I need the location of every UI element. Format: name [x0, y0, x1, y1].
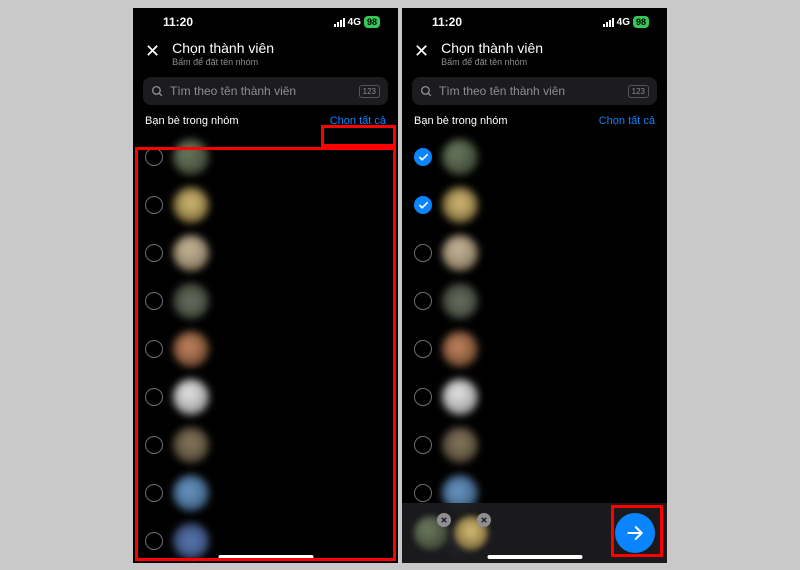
title-block: Chọn thành viên Bấm để đặt tên nhóm: [172, 40, 274, 67]
search-input[interactable]: Tìm theo tên thành viên 123: [143, 77, 388, 105]
member-row[interactable]: [402, 325, 667, 373]
status-time: 11:20: [163, 15, 193, 29]
member-row[interactable]: [133, 469, 398, 517]
remove-icon[interactable]: [437, 513, 451, 527]
member-checkbox[interactable]: [145, 340, 163, 358]
status-right: 4G 98: [603, 16, 649, 28]
keyboard-hint-icon: 123: [359, 85, 380, 98]
remove-icon[interactable]: [477, 513, 491, 527]
member-row[interactable]: [402, 181, 667, 229]
member-row[interactable]: [133, 133, 398, 181]
member-row[interactable]: [402, 277, 667, 325]
member-row[interactable]: [133, 325, 398, 373]
member-avatar: [442, 331, 478, 367]
member-checkbox[interactable]: [145, 292, 163, 310]
battery-badge: 98: [364, 16, 380, 28]
member-checkbox[interactable]: [414, 388, 432, 406]
phone-screen-left: 11:20 4G 98 ✕ Chọn thành viên Bấm để đặt…: [133, 8, 398, 563]
search-placeholder: Tìm theo tên thành viên: [170, 84, 353, 98]
arrow-right-icon: [625, 523, 645, 543]
status-bar: 11:20 4G 98: [402, 8, 667, 36]
member-avatar: [442, 235, 478, 271]
search-icon: [151, 85, 164, 98]
member-avatar: [173, 523, 209, 559]
select-all-button[interactable]: Chọn tất cả: [330, 115, 386, 127]
section-title: Bạn bè trong nhóm: [145, 115, 239, 127]
member-avatar: [173, 427, 209, 463]
status-time: 11:20: [432, 15, 462, 29]
keyboard-hint-icon: 123: [628, 85, 649, 98]
page-title: Chọn thành viên: [172, 40, 274, 56]
member-avatar: [173, 475, 209, 511]
network-label: 4G: [348, 17, 361, 28]
home-indicator[interactable]: [487, 555, 582, 559]
status-bar: 11:20 4G 98: [133, 8, 398, 36]
member-row[interactable]: [402, 373, 667, 421]
member-checkbox[interactable]: [414, 484, 432, 502]
member-row[interactable]: [133, 373, 398, 421]
member-avatar: [173, 235, 209, 271]
member-row[interactable]: [133, 181, 398, 229]
member-checkbox[interactable]: [145, 436, 163, 454]
section-header: Bạn bè trong nhóm Chọn tất cả: [133, 109, 398, 131]
member-checkbox[interactable]: [145, 196, 163, 214]
member-avatar: [173, 331, 209, 367]
search-input[interactable]: Tìm theo tên thành viên 123: [412, 77, 657, 105]
next-button[interactable]: [615, 513, 655, 553]
member-row[interactable]: [402, 133, 667, 181]
nav-header: ✕ Chọn thành viên Bấm để đặt tên nhóm: [402, 36, 667, 73]
battery-badge: 98: [633, 16, 649, 28]
member-list-left[interactable]: [133, 131, 398, 563]
member-list-right[interactable]: [402, 131, 667, 563]
member-row[interactable]: [133, 229, 398, 277]
member-avatar: [173, 139, 209, 175]
member-avatar: [173, 187, 209, 223]
section-header: Bạn bè trong nhóm Chọn tất cả: [402, 109, 667, 131]
member-avatar: [442, 427, 478, 463]
close-icon[interactable]: ✕: [145, 40, 160, 60]
nav-header: ✕ Chọn thành viên Bấm để đặt tên nhóm: [133, 36, 398, 73]
page-subtitle[interactable]: Bấm để đặt tên nhóm: [441, 57, 543, 67]
member-checkbox[interactable]: [145, 532, 163, 550]
member-checkbox[interactable]: [414, 148, 432, 166]
member-avatar: [173, 283, 209, 319]
title-block: Chọn thành viên Bấm để đặt tên nhóm: [441, 40, 543, 67]
signal-icon: [603, 18, 614, 27]
member-checkbox[interactable]: [414, 436, 432, 454]
search-icon: [420, 85, 433, 98]
status-right: 4G 98: [334, 16, 380, 28]
member-avatar: [442, 379, 478, 415]
select-all-button[interactable]: Chọn tất cả: [599, 115, 655, 127]
member-row[interactable]: [133, 421, 398, 469]
member-checkbox[interactable]: [145, 244, 163, 262]
section-title: Bạn bè trong nhóm: [414, 115, 508, 127]
member-checkbox[interactable]: [145, 388, 163, 406]
signal-icon: [334, 18, 345, 27]
member-avatar: [442, 283, 478, 319]
phone-screen-right: 11:20 4G 98 ✕ Chọn thành viên Bấm để đặt…: [402, 8, 667, 563]
member-row[interactable]: [402, 421, 667, 469]
member-row[interactable]: [133, 277, 398, 325]
page-title: Chọn thành viên: [441, 40, 543, 56]
member-checkbox[interactable]: [414, 340, 432, 358]
tray-avatar[interactable]: [454, 516, 488, 550]
member-avatar: [442, 187, 478, 223]
network-label: 4G: [617, 17, 630, 28]
member-checkbox[interactable]: [145, 148, 163, 166]
member-avatar: [173, 379, 209, 415]
page-subtitle[interactable]: Bấm để đặt tên nhóm: [172, 57, 274, 67]
selected-tray: [402, 503, 667, 563]
search-placeholder: Tìm theo tên thành viên: [439, 84, 622, 98]
home-indicator[interactable]: [218, 555, 313, 559]
member-checkbox[interactable]: [414, 244, 432, 262]
member-row[interactable]: [402, 229, 667, 277]
member-checkbox[interactable]: [414, 292, 432, 310]
tray-avatar[interactable]: [414, 516, 448, 550]
member-checkbox[interactable]: [145, 484, 163, 502]
member-avatar: [442, 139, 478, 175]
close-icon[interactable]: ✕: [414, 40, 429, 60]
member-checkbox[interactable]: [414, 196, 432, 214]
